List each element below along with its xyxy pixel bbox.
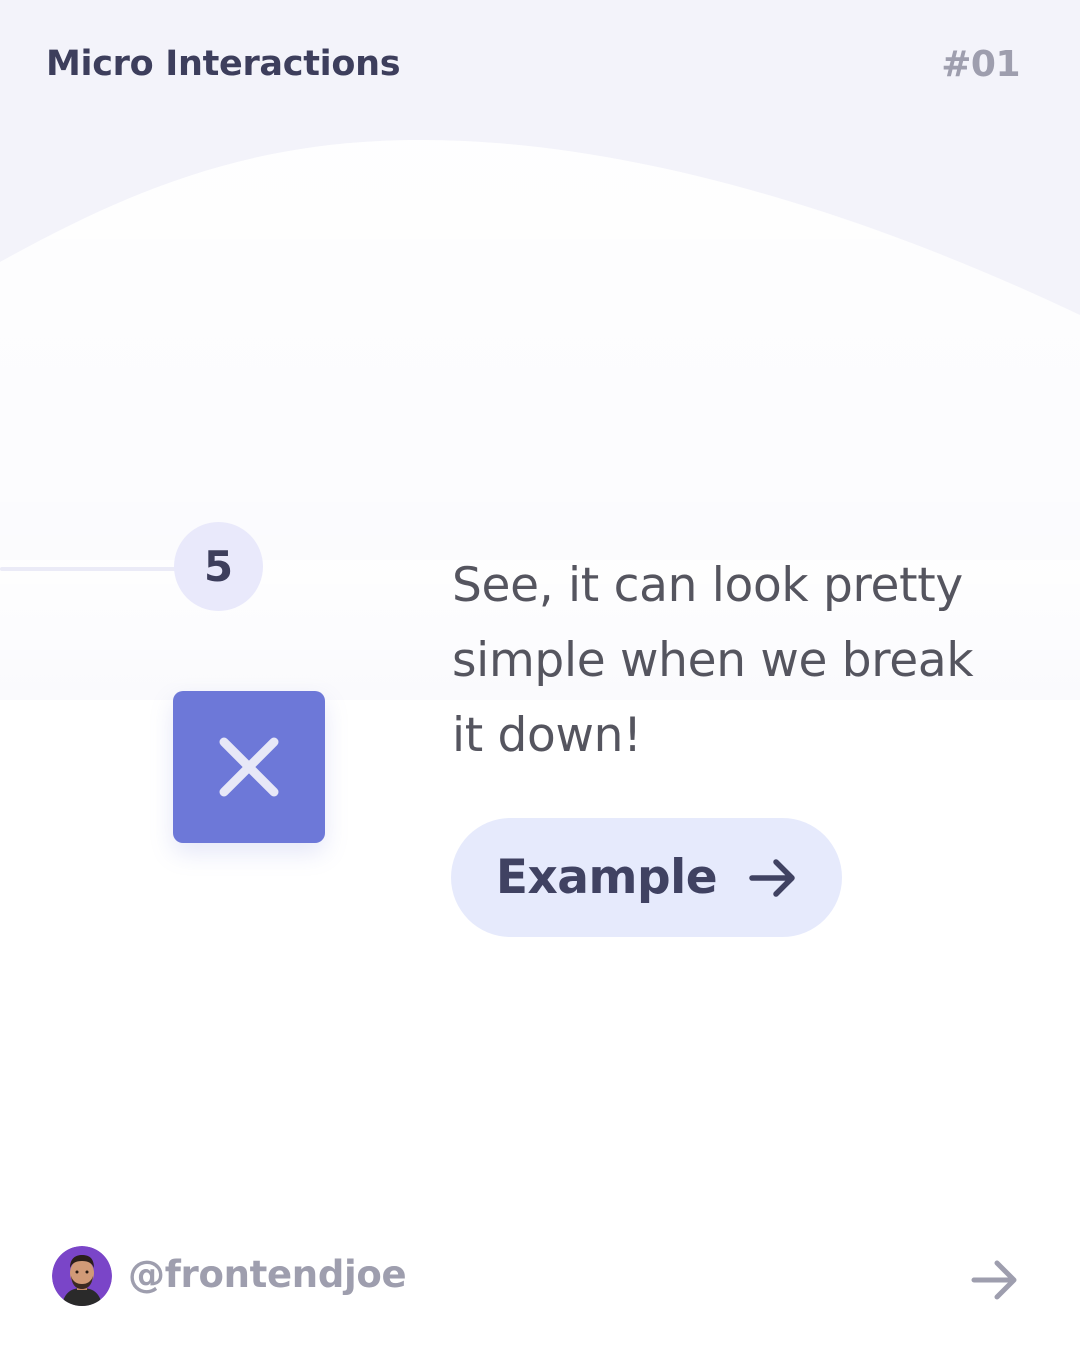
avatar <box>52 1246 112 1306</box>
next-slide-arrow-icon[interactable] <box>970 1258 1020 1302</box>
arrow-right-icon <box>749 858 795 897</box>
author-handle[interactable]: @frontendjoe <box>128 1253 407 1296</box>
example-button-label: Example <box>495 850 718 905</box>
explanation-text: See, it can look pretty simple when we b… <box>452 558 974 763</box>
close-button-demo[interactable] <box>173 691 325 843</box>
close-icon <box>219 737 279 797</box>
header-title: Micro Interactions <box>46 44 401 84</box>
step-connector-line <box>0 567 178 571</box>
step-number-badge: 5 <box>174 522 263 611</box>
post-number: #01 <box>941 44 1020 85</box>
example-button[interactable]: Example <box>451 818 842 937</box>
